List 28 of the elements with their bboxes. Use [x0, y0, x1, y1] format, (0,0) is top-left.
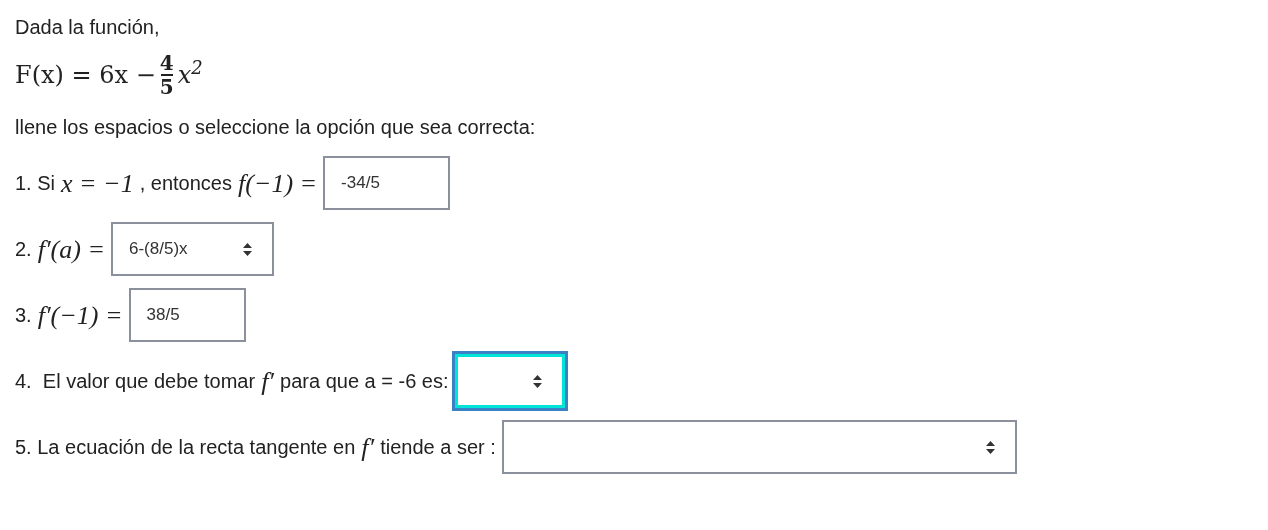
instruction-text: llene los espacios o seleccione la opción que sea correcta: [15, 115, 537, 140]
math-expression: x = −1 [61, 167, 134, 200]
intro-text: Dada la función, [15, 15, 161, 40]
answer-dropdown[interactable] [454, 354, 565, 408]
question-text: tiende a ser : [380, 435, 496, 460]
question-text: 3. [15, 303, 32, 328]
fraction-denominator: 5 [159, 76, 174, 98]
answer-field[interactable]: 38/5 [128, 288, 246, 342]
sort-arrows-icon [532, 374, 542, 388]
sort-arrows-icon [242, 242, 252, 256]
math-expression: f(−1) = [237, 167, 318, 200]
formula-text: F(x) = 6x − [15, 60, 156, 91]
sort-arrows-icon [985, 440, 995, 454]
question-text: 4. El valor que debe tomar [15, 369, 256, 394]
question-text: 2. [15, 237, 32, 262]
math-expression: f′ [261, 365, 275, 398]
answer-field[interactable]: -34/5 [323, 156, 451, 210]
question-text: , entonces [139, 171, 232, 196]
fraction-numerator: 4 [159, 52, 174, 74]
math-expression: f′(−1) = [37, 299, 123, 332]
answer-dropdown[interactable]: 6-(8/5)x [110, 222, 274, 276]
math-expression: f′ [361, 431, 375, 464]
answer-dropdown[interactable] [501, 420, 1017, 474]
math-expression: f′(a) = [37, 233, 105, 266]
question-text: para que a = -6 es: [280, 369, 449, 394]
question-text: 5. La ecuación de la recta tangente en [15, 435, 356, 460]
formula-text: x$^{2}$ [177, 57, 203, 91]
question-text: 1. Si [15, 171, 56, 196]
